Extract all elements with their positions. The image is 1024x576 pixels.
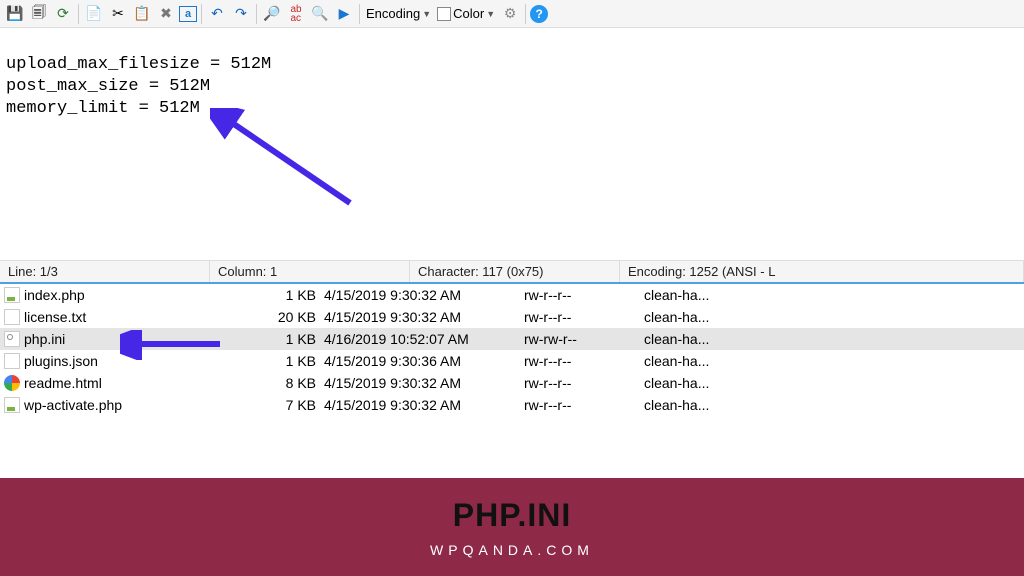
editor-pane[interactable]: upload_max_filesize = 512M post_max_size… <box>0 28 1024 260</box>
file-name: php.ini <box>24 331 65 347</box>
encoding-label: Encoding <box>366 6 420 21</box>
file-icon <box>4 353 20 369</box>
file-permissions: rw-r--r-- <box>520 353 640 369</box>
footer-title: PHP.INI <box>453 497 571 534</box>
paste-icon[interactable]: 📋 <box>131 3 153 25</box>
file-size: 20 KB <box>260 309 320 325</box>
status-bar: Line: 1/3 Column: 1 Character: 117 (0x75… <box>0 260 1024 284</box>
file-row[interactable]: wp-activate.php 7 KB4/15/2019 9:30:32 AMr… <box>0 394 1024 416</box>
help-icon[interactable]: ? <box>530 5 548 23</box>
find-files-icon[interactable]: 🔍 <box>309 3 331 25</box>
replace-icon[interactable]: abac <box>285 3 307 25</box>
separator <box>359 4 360 24</box>
settings-icon[interactable]: ⚙ <box>499 3 521 25</box>
footer-banner: PHP.INI WPQANDA.COM <box>0 478 1024 576</box>
file-icon <box>4 375 20 391</box>
file-icon <box>4 309 20 325</box>
file-row[interactable]: readme.html 8 KB4/15/2019 9:30:32 AMrw-r-… <box>0 372 1024 394</box>
file-row[interactable]: license.txt 20 KB4/15/2019 9:30:32 AMrw-r… <box>0 306 1024 328</box>
file-name: license.txt <box>24 309 86 325</box>
file-owner: clean-ha... <box>640 375 760 391</box>
file-date: 4/15/2019 9:30:32 AM <box>320 287 520 303</box>
annotation-arrow <box>210 108 370 218</box>
file-permissions: rw-r--r-- <box>520 397 640 413</box>
file-size: 7 KB <box>260 397 320 413</box>
file-date: 4/15/2019 9:30:36 AM <box>320 353 520 369</box>
file-size: 1 KB <box>260 287 320 303</box>
file-name: readme.html <box>24 375 102 391</box>
file-name: index.php <box>24 287 85 303</box>
file-icon <box>4 287 20 303</box>
undo-icon[interactable]: ↶ <box>206 3 228 25</box>
refresh-icon[interactable]: ⟳ <box>52 3 74 25</box>
status-column: Column: 1 <box>210 261 410 282</box>
file-permissions: rw-r--r-- <box>520 309 640 325</box>
file-date: 4/16/2019 10:52:07 AM <box>320 331 520 347</box>
separator <box>256 4 257 24</box>
file-owner: clean-ha... <box>640 287 760 303</box>
goto-icon[interactable]: ▶ <box>333 3 355 25</box>
file-row[interactable]: php.ini 1 KB4/16/2019 10:52:07 AMrw-rw-r-… <box>0 328 1024 350</box>
footer-subtitle: WPQANDA.COM <box>430 542 594 558</box>
file-size: 1 KB <box>260 331 320 347</box>
file-icon <box>4 397 20 413</box>
separator <box>201 4 202 24</box>
encoding-dropdown[interactable]: Encoding▼ <box>364 6 433 21</box>
color-swatch <box>437 7 451 21</box>
file-size: 8 KB <box>260 375 320 391</box>
file-row[interactable]: plugins.json 1 KB4/15/2019 9:30:36 AMrw-r… <box>0 350 1024 372</box>
status-encoding: Encoding: 1252 (ANSI - L <box>620 261 1024 282</box>
file-permissions: rw-r--r-- <box>520 375 640 391</box>
save-icon[interactable]: 💾 <box>4 3 26 25</box>
select-all-icon[interactable]: a <box>179 6 197 22</box>
delete-icon[interactable]: ✖ <box>155 3 177 25</box>
file-owner: clean-ha... <box>640 309 760 325</box>
status-character: Character: 117 (0x75) <box>410 261 620 282</box>
chevron-down-icon: ▼ <box>422 9 431 19</box>
copy-icon[interactable]: 📄 <box>83 3 105 25</box>
editor-line: upload_max_filesize = 512M <box>6 55 271 74</box>
file-name: plugins.json <box>24 353 98 369</box>
status-line: Line: 1/3 <box>0 261 210 282</box>
chevron-down-icon: ▼ <box>486 9 495 19</box>
save-all-icon[interactable]: 🗐 <box>28 3 50 25</box>
file-list[interactable]: index.php1 KB4/15/2019 9:30:32 AMrw-r--r… <box>0 284 1024 478</box>
find-icon[interactable]: 🔎 <box>261 3 283 25</box>
file-name: wp-activate.php <box>24 397 122 413</box>
cut-icon[interactable]: ✂ <box>107 3 129 25</box>
file-row[interactable]: index.php 1 KB4/15/2019 9:30:32 AMrw-r--r… <box>0 284 1024 306</box>
file-icon <box>4 331 20 347</box>
color-label: Color <box>453 6 484 21</box>
redo-icon[interactable]: ↷ <box>230 3 252 25</box>
color-dropdown[interactable]: Color▼ <box>435 6 497 21</box>
file-date: 4/15/2019 9:30:32 AM <box>320 397 520 413</box>
separator <box>78 4 79 24</box>
file-date: 4/15/2019 9:30:32 AM <box>320 309 520 325</box>
file-permissions: rw-rw-r-- <box>520 331 640 347</box>
file-date: 4/15/2019 9:30:32 AM <box>320 375 520 391</box>
file-owner: clean-ha... <box>640 353 760 369</box>
file-permissions: rw-r--r-- <box>520 287 640 303</box>
editor-line: memory_limit = 512M <box>6 99 200 118</box>
file-owner: clean-ha... <box>640 397 760 413</box>
file-size: 1 KB <box>260 353 320 369</box>
toolbar: 💾 🗐 ⟳ 📄 ✂ 📋 ✖ a ↶ ↷ 🔎 abac 🔍 ▶ Encoding▼… <box>0 0 1024 28</box>
separator <box>525 4 526 24</box>
file-owner: clean-ha... <box>640 331 760 347</box>
editor-line: post_max_size = 512M <box>6 77 210 96</box>
